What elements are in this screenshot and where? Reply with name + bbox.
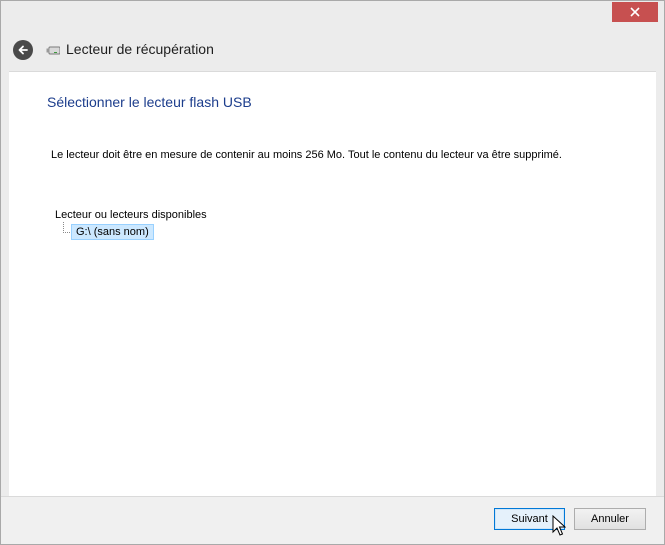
back-arrow-icon: [18, 45, 28, 55]
wizard-footer: Suivant Annuler: [1, 496, 664, 544]
available-drives-label: Lecteur ou lecteurs disponibles: [55, 209, 207, 221]
drive-item-g[interactable]: G:\ (sans nom): [71, 224, 154, 240]
next-button[interactable]: Suivant: [494, 508, 565, 530]
close-button[interactable]: [612, 2, 658, 22]
page-heading: Sélectionner le lecteur flash USB: [47, 94, 252, 110]
close-icon: [630, 7, 640, 17]
recovery-drive-window: Lecteur de récupération Sélectionner le …: [0, 0, 665, 545]
back-button[interactable]: [13, 40, 33, 60]
wizard-header: Lecteur de récupération: [1, 31, 664, 71]
wizard-content: Sélectionner le lecteur flash USB Le lec…: [9, 71, 656, 497]
title-bar[interactable]: [1, 1, 664, 31]
cancel-button[interactable]: Annuler: [574, 508, 646, 530]
instructions-text: Le lecteur doit être en mesure de conten…: [51, 149, 562, 161]
window-title: Lecteur de récupération: [66, 41, 214, 57]
usb-drive-icon: [46, 46, 60, 55]
